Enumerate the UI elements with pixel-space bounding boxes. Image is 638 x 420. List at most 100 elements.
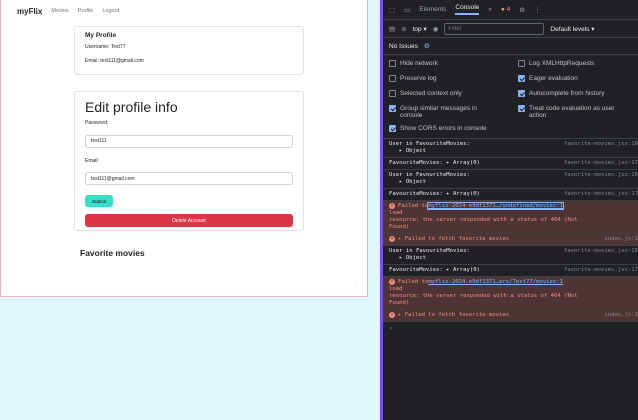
checkbox-group-similar[interactable]: [389, 105, 396, 112]
console-log-row[interactable]: User in FavouriteMovies: favorite-movies.…: [383, 139, 638, 158]
error-message: ▸ Failed to fetch favorite movies: [398, 236, 510, 242]
error-source-link[interactable]: myflix-2024-e9df1371…/undefined/movies:1: [427, 202, 565, 210]
checkbox-log-xhr[interactable]: [518, 60, 525, 67]
tab-elements[interactable]: Elements: [419, 6, 446, 13]
error-icon: ×: [389, 312, 395, 318]
setting-label: Hide network: [400, 60, 438, 67]
checkbox-show-cors-errors[interactable]: [389, 125, 396, 132]
checkbox-hide-network[interactable]: [389, 60, 396, 67]
error-icon: ×: [389, 236, 395, 242]
log-message: User in FavouriteMovies:: [389, 172, 470, 178]
issues-label[interactable]: No Issues: [389, 43, 418, 50]
setting-label: Selected context only: [400, 90, 462, 97]
nav-logout[interactable]: Logout: [102, 8, 119, 14]
navbar: myFlix Movies Profile Logout: [1, 0, 367, 22]
checkbox-autocomplete-history[interactable]: [518, 90, 525, 97]
brand-logo[interactable]: myFlix: [17, 7, 42, 16]
profile-card: My Profile Username: Test77 Email: test1…: [74, 26, 304, 75]
setting-selected-context-only[interactable]: Selected context only: [389, 90, 509, 97]
log-message: FavouriteMovies: ▸ Array(0): [389, 267, 480, 273]
nav-movies[interactable]: Movies: [51, 8, 68, 14]
log-object[interactable]: ▸ Object: [389, 255, 634, 262]
more-options-icon[interactable]: ⋮: [534, 6, 541, 14]
setting-label: Treat code evaluation as user action: [529, 105, 615, 119]
log-message: FavouriteMovies: ▸ Array(0): [389, 160, 480, 166]
setting-autocomplete-history[interactable]: Autocomplete from history: [518, 90, 638, 97]
error-icon: ×: [389, 279, 395, 285]
log-message: User in FavouriteMovies:: [389, 248, 470, 254]
log-levels-select[interactable]: Default levels ▾: [550, 25, 594, 33]
context-select[interactable]: top ▾: [413, 25, 427, 33]
console-log-row[interactable]: FavouriteMovies: ▸ Array(0) favorite-movi…: [383, 265, 638, 277]
setting-treat-code-eval[interactable]: Treat code evaluation as user action: [518, 105, 628, 119]
more-tabs-icon[interactable]: »: [488, 6, 492, 13]
setting-show-cors-errors[interactable]: Show CORS errors in console: [389, 125, 509, 132]
console-log-row[interactable]: User in FavouriteMovies: favorite-movies.…: [383, 170, 638, 189]
console-error-row[interactable]: × Failed to myflix-2024-e9df1371…ers/Test…: [383, 277, 638, 310]
error-line: Found): [389, 300, 410, 306]
clear-console-icon[interactable]: ⊘: [401, 25, 406, 33]
live-expression-icon[interactable]: ◉: [433, 25, 439, 33]
profile-title: My Profile: [85, 32, 117, 39]
setting-group-similar[interactable]: Group similar messages in console: [389, 105, 499, 119]
log-source-link[interactable]: favorite-movies.jsx:17: [564, 267, 638, 274]
console-log-row[interactable]: User in FavouriteMovies: favorite-movies.…: [383, 246, 638, 265]
console-log-row[interactable]: FavouriteMovies: ▸ Array(0) favorite-movi…: [383, 189, 638, 201]
profile-email: Email: test111@gmail.com: [85, 58, 144, 64]
error-line: load: [389, 210, 403, 216]
setting-hide-network[interactable]: Hide network: [389, 60, 509, 67]
error-message: ▸ Failed to fetch favorite movies: [398, 312, 510, 318]
log-source-link[interactable]: favorite-movies.jsx:16: [564, 172, 638, 179]
error-count: 4: [506, 6, 511, 13]
console-error-row[interactable]: × Failed to myflix-2024-e9df1371…/undefin…: [383, 201, 638, 234]
log-object[interactable]: ▸ Object: [389, 148, 634, 155]
console-prompt[interactable]: ›: [383, 322, 638, 335]
error-line: Found): [389, 224, 410, 230]
setting-label: Autocomplete from history: [529, 90, 605, 97]
nav-profile[interactable]: Profile: [78, 8, 94, 14]
log-source-link[interactable]: index.js:1: [604, 312, 638, 319]
email-input[interactable]: [85, 172, 293, 185]
log-source-link[interactable]: favorite-movies.jsx:17: [564, 191, 638, 198]
delete-account-button[interactable]: Delete Account: [85, 214, 293, 227]
checkbox-treat-code-eval[interactable]: [518, 105, 525, 112]
checkbox-eager-evaluation[interactable]: [518, 75, 525, 82]
email-label: Email:: [85, 157, 99, 164]
checkbox-preserve-log[interactable]: [389, 75, 396, 82]
device-toolbar-icon[interactable]: ▭: [404, 6, 410, 14]
error-line: resource: the server responded with a st…: [389, 293, 578, 299]
tab-console[interactable]: Console: [455, 4, 480, 15]
error-line: load: [389, 286, 403, 292]
setting-log-xhr[interactable]: Log XMLHttpRequests: [518, 60, 638, 67]
submit-button[interactable]: Submit: [85, 195, 113, 207]
error-line: resource: the server responded with a st…: [389, 217, 578, 223]
log-source-link[interactable]: favorite-movies.jsx:16: [564, 248, 638, 255]
settings-gear-icon[interactable]: ⚙: [519, 6, 525, 14]
filter-input[interactable]: [444, 22, 545, 35]
setting-preserve-log[interactable]: Preserve log: [389, 75, 509, 82]
app-window: myFlix Movies Profile Logout My Profile …: [0, 0, 368, 297]
error-source-link[interactable]: myflix-2024-e9df1371…ers/Test77/movies:1: [428, 279, 563, 285]
profile-username: Username: Test77: [85, 44, 126, 50]
password-input[interactable]: [85, 134, 293, 148]
setting-eager-evaluation[interactable]: Eager evaluation: [518, 75, 638, 82]
log-source-link[interactable]: favorite-movies.jsx:16: [564, 141, 638, 148]
error-count-badge[interactable]: ● 4: [501, 6, 510, 13]
error-prefix: Failed to: [398, 279, 429, 285]
console-error-row[interactable]: × ▸ Failed to fetch favorite movies index.…: [383, 310, 638, 322]
setting-label: Show CORS errors in console: [400, 125, 487, 132]
error-prefix: Failed to: [398, 203, 429, 209]
log-source-link[interactable]: favorite-movies.jsx:17: [564, 160, 638, 167]
checkbox-selected-context-only[interactable]: [389, 90, 396, 97]
setting-label: Preserve log: [400, 75, 437, 82]
console-settings: Hide network Log XMLHttpRequests Preserve …: [383, 55, 638, 139]
log-object[interactable]: ▸ Object: [389, 179, 634, 186]
console-settings-icon[interactable]: ⚙: [424, 42, 430, 50]
inspect-icon[interactable]: ⬚: [389, 6, 395, 14]
log-source-link[interactable]: index.js:1: [604, 236, 638, 243]
issues-bar: No Issues ⚙: [383, 38, 638, 55]
sidebar-toggle-icon[interactable]: ▤: [389, 25, 395, 33]
devtools-tabbar: ⬚ ▭ Elements Console » ● 4 ⚙ ⋮: [383, 0, 638, 20]
console-error-row[interactable]: × ▸ Failed to fetch favorite movies index.…: [383, 234, 638, 246]
console-log-row[interactable]: FavouriteMovies: ▸ Array(0) favorite-movi…: [383, 158, 638, 170]
